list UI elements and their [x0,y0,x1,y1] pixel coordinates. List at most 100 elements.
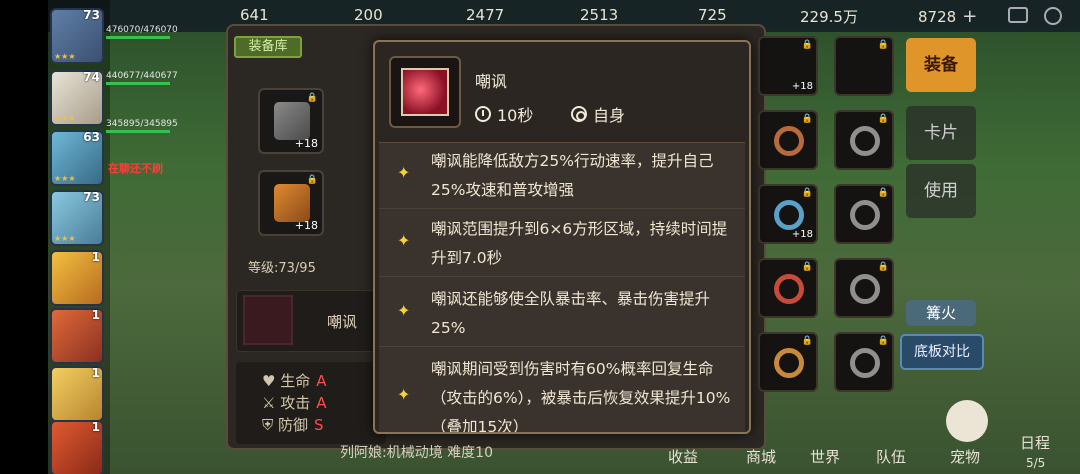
hero-portrait[interactable]: 1 [50,250,104,306]
stat-grade: S [314,416,324,434]
heart-icon: ♥ [262,372,281,390]
resource-counter: 2477 [466,6,504,24]
effect-text: 嘲讽还能够使全队暴击率、暴击伤害提升25% [431,290,711,337]
inventory-slot[interactable]: 🔒 [834,110,894,170]
star-icon: ✦ [397,163,411,182]
resource-value: 2477 [466,6,505,24]
hero-level: 73 [83,190,100,204]
inventory-slot[interactable]: 🔒 +18 [758,184,818,244]
hero-hp-text: 440677/440677 [106,71,178,81]
inventory-slot[interactable]: 🔒 [834,184,894,244]
resource-value: 200 [354,6,383,24]
inventory-slot[interactable]: 🔒 [758,332,818,392]
add-diamond-button[interactable]: + [962,6,977,27]
hero-level: 1 [91,250,100,264]
nav-earnings[interactable]: 收益 [668,446,698,467]
nav-world[interactable]: 世界 [810,446,840,467]
hero-portrait[interactable]: 1 [50,366,104,422]
lock-icon: 🔒 [801,40,813,50]
lock-icon: 🔒 [801,262,813,272]
skill-name: 嘲讽 [327,313,358,331]
shield-icon: ⛨ [262,416,279,434]
skill-row[interactable]: 嘲讽 [236,290,386,352]
use-button[interactable]: 使用 [906,164,976,218]
equip-button[interactable]: 装备 [906,38,976,92]
hero-level: 1 [91,308,100,322]
lock-icon: 🔒 [877,188,889,198]
effect-item: ✦ 嘲讽范围提升到6×6方形区域，持续时间提升到7.0秒 [379,209,745,277]
hero-portrait[interactable]: 73 ★★★ [50,8,104,64]
compare-button[interactable]: 底板对比 [900,334,984,370]
hero-portrait[interactable]: 1 [50,308,104,364]
skill-tooltip: 嘲讽 10秒 自身 ✦ 嘲讽能降低敌方25%行动速率，提升自己25%攻速和普攻增… [373,40,751,434]
ring-icon [774,200,804,230]
armor-slot[interactable]: 🔒 +18 [258,170,324,236]
schedule-button[interactable]: 日程 [1020,432,1050,453]
ring-icon [774,274,804,304]
lock-icon: 🔒 [306,93,318,103]
sword-icon: ⚔ [262,394,281,412]
inventory-slot[interactable]: 🔒 [758,110,818,170]
skill-title: 嘲讽 [475,72,508,91]
resource-counter: 200 [354,6,383,24]
inventory-slot[interactable]: 🔒 [834,258,894,318]
resource-counter: 229.5万 [800,6,858,27]
hero-hp-text: 345895/345895 [106,119,178,129]
stat-grade: A [316,394,327,412]
inventory-slot[interactable]: 🔒 +18 [758,36,818,96]
taunt-skill-icon [243,295,293,345]
nav-shop[interactable]: 商城 [746,446,776,467]
hero-portrait[interactable]: 73 ★★★ [50,190,104,246]
clock-icon [475,106,491,122]
schedule-count: 5/5 [1026,456,1046,470]
skill-icon-frame [389,56,461,128]
taunt-skill-icon [401,68,449,116]
hero-hp-bar [106,130,170,133]
target-value: 自身 [593,106,626,125]
diamond-counter: 8728 + [918,6,977,27]
hero-level-label: 等级:73/95 [248,261,316,276]
inventory-slot[interactable]: 🔒 [834,36,894,96]
lock-icon: 🔒 [877,336,889,346]
weapon-slot[interactable]: 🔒 +18 [258,88,324,154]
gear-icon[interactable] [1044,7,1062,25]
tab-equipment-library[interactable]: 装备库 [234,36,302,58]
ring-icon [850,274,880,304]
nav-team[interactable]: 队伍 [876,446,906,467]
star-icon: ★★★ [54,52,76,61]
lock-icon: 🔒 [877,40,889,50]
resource-counter: 725 [698,6,727,24]
ring-icon [850,200,880,230]
hero-hp-bar [106,82,170,85]
cards-button[interactable]: 卡片 [906,106,976,160]
hero-hp-text: 476070/476070 [106,25,178,35]
letterbox-left [0,0,48,474]
hero-portrait[interactable]: 74 ★★★ [50,70,104,126]
inventory-slot[interactable]: 🔒 [758,258,818,318]
pet-button[interactable]: 宠物 [950,446,980,467]
stat-label: 生命 [280,372,311,390]
star-icon: ✦ [397,301,411,320]
effect-text: 嘲讽能降低敌方25%行动速率，提升自己25%攻速和普攻增强 [431,152,714,199]
inventory-slot[interactable]: 🔒 [834,332,894,392]
paw-icon[interactable] [946,400,988,442]
enhance-level: +18 [791,81,813,92]
hero-level: 1 [91,420,100,434]
campfire-label[interactable]: 篝火 [906,300,976,326]
hero-level: 74 [83,70,100,84]
armor-icon [274,184,310,222]
target-icon [571,106,587,122]
lock-icon: 🔒 [877,114,889,124]
hero-level: 1 [91,366,100,380]
enhance-level: +18 [791,229,813,240]
effects-list: ✦ 嘲讽能降低敌方25%行动速率，提升自己25%攻速和普攻增强 ✦ 嘲讽范围提升… [379,142,745,432]
star-icon: ★★★ [54,174,76,183]
stat-label: 防御 [278,416,309,434]
resource-counter: 641 [240,6,269,24]
effect-item: ✦ 嘲讽期间受到伤害时有60%概率回复生命（攻击的6%），被暴击后恢复效果提升1… [379,347,745,432]
hero-portrait[interactable]: 1 [50,420,104,474]
mail-icon[interactable] [1008,7,1028,23]
star-icon: ★★★ [54,114,76,123]
hero-portrait[interactable]: 63 ★★★ [50,130,104,186]
chat-line: 列阿娘:机械动境 难度10 [340,445,493,461]
